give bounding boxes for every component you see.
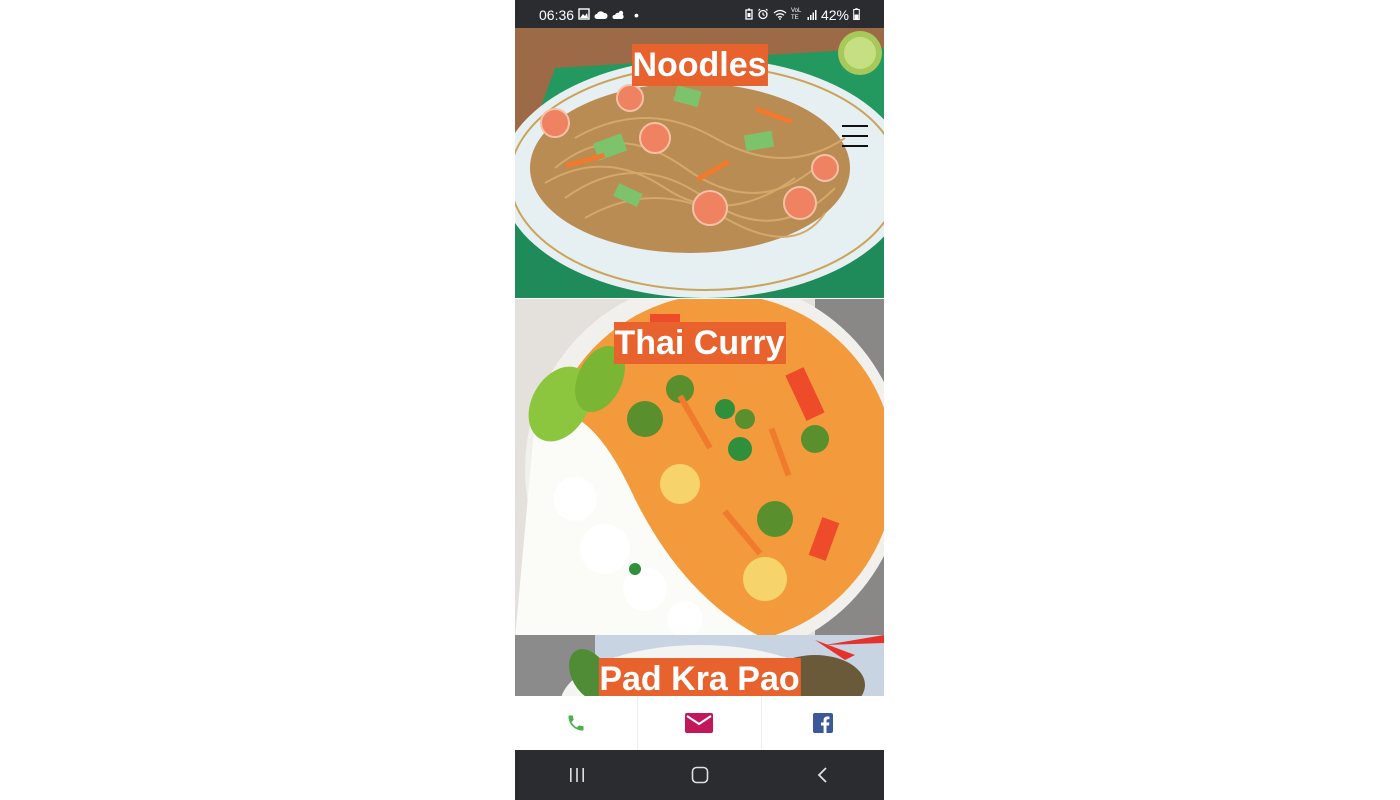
volte-label: VoLTE [790,8,802,21]
facebook-icon [812,713,833,733]
alarm-icon [757,7,769,23]
home-button[interactable] [680,755,720,795]
signal-icon [807,7,817,23]
facebook-button[interactable] [762,696,884,750]
status-time: 06:36 [539,7,575,23]
gallery-icon [578,7,590,23]
phone-icon [568,715,584,731]
system-nav-bar [515,750,884,800]
email-button[interactable] [638,696,762,750]
cloud-icon [594,7,608,23]
wifi-icon [773,7,787,23]
call-button[interactable] [515,696,639,750]
battery-saver-icon [745,7,753,23]
battery-icon [853,7,860,23]
status-left: 06:36 • [539,7,639,23]
thai-curry-title: Thai Curry [613,322,786,364]
back-button[interactable] [803,755,843,795]
mail-icon [685,713,714,733]
recent-apps-icon [569,768,584,782]
status-bar: 06:36 • VoLTE 42% [515,0,884,28]
pad-kra-pao-title: Pad Kra Pao [598,658,801,696]
pad-kra-pao-card[interactable]: Pad Kra Pao [515,635,884,696]
status-right: VoLTE 42% [745,7,860,23]
hamburger-menu-icon[interactable] [842,125,868,149]
battery-percent: 42% [820,7,849,23]
notification-dot: • [634,7,639,23]
noodles-title: Noodles [631,44,768,86]
phone-screen: 06:36 • VoLTE 42% Noodles Thai Curry Pad… [515,0,884,800]
back-icon [817,767,827,783]
noodles-card[interactable]: Noodles [515,28,884,298]
thai-curry-card[interactable]: Thai Curry [515,299,884,635]
home-icon [691,766,708,784]
contact-bar [515,696,884,750]
cloud-sun-icon [612,7,626,23]
recent-apps-button[interactable] [557,755,597,795]
